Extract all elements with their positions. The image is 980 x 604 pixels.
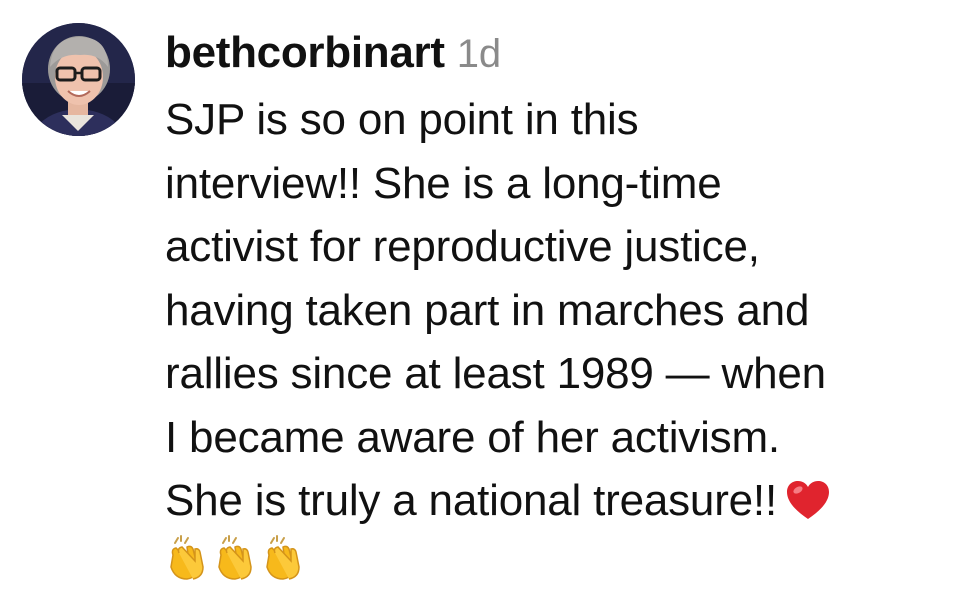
comment-line: activist for reproductive justice,: [165, 222, 760, 271]
clapping-hands-icon: [165, 534, 211, 586]
comment-line: interview!! She is a long-time: [165, 158, 722, 208]
username[interactable]: bethcorbinart: [165, 28, 445, 78]
comment-header: bethcorbinart 1d: [165, 28, 965, 88]
comment-text: SJP is so on point in this interview!! S…: [165, 88, 965, 533]
comment-line: I became aware of her activism.: [165, 412, 780, 462]
comment-body: bethcorbinart 1d SJP is so on point in t…: [165, 28, 965, 586]
comment-line: She is truly a national treasure!!: [165, 476, 777, 525]
comment: bethcorbinart 1d SJP is so on point in t…: [0, 0, 980, 604]
emoji-row: [165, 534, 965, 586]
clapping-hands-icon: [261, 534, 307, 586]
comment-line: SJP is so on point in this: [165, 95, 639, 144]
comment-line: rallies since at least 1989 — when: [165, 349, 826, 398]
comment-line-last: She is truly a national treasure!!: [165, 469, 965, 533]
avatar[interactable]: [22, 23, 135, 136]
clapping-hands-icon: [213, 534, 259, 586]
user-avatar-icon: [22, 23, 135, 136]
comment-line: having taken part in marches and: [165, 285, 810, 335]
timestamp: 1d: [456, 32, 502, 76]
red-heart-icon: [785, 475, 831, 539]
